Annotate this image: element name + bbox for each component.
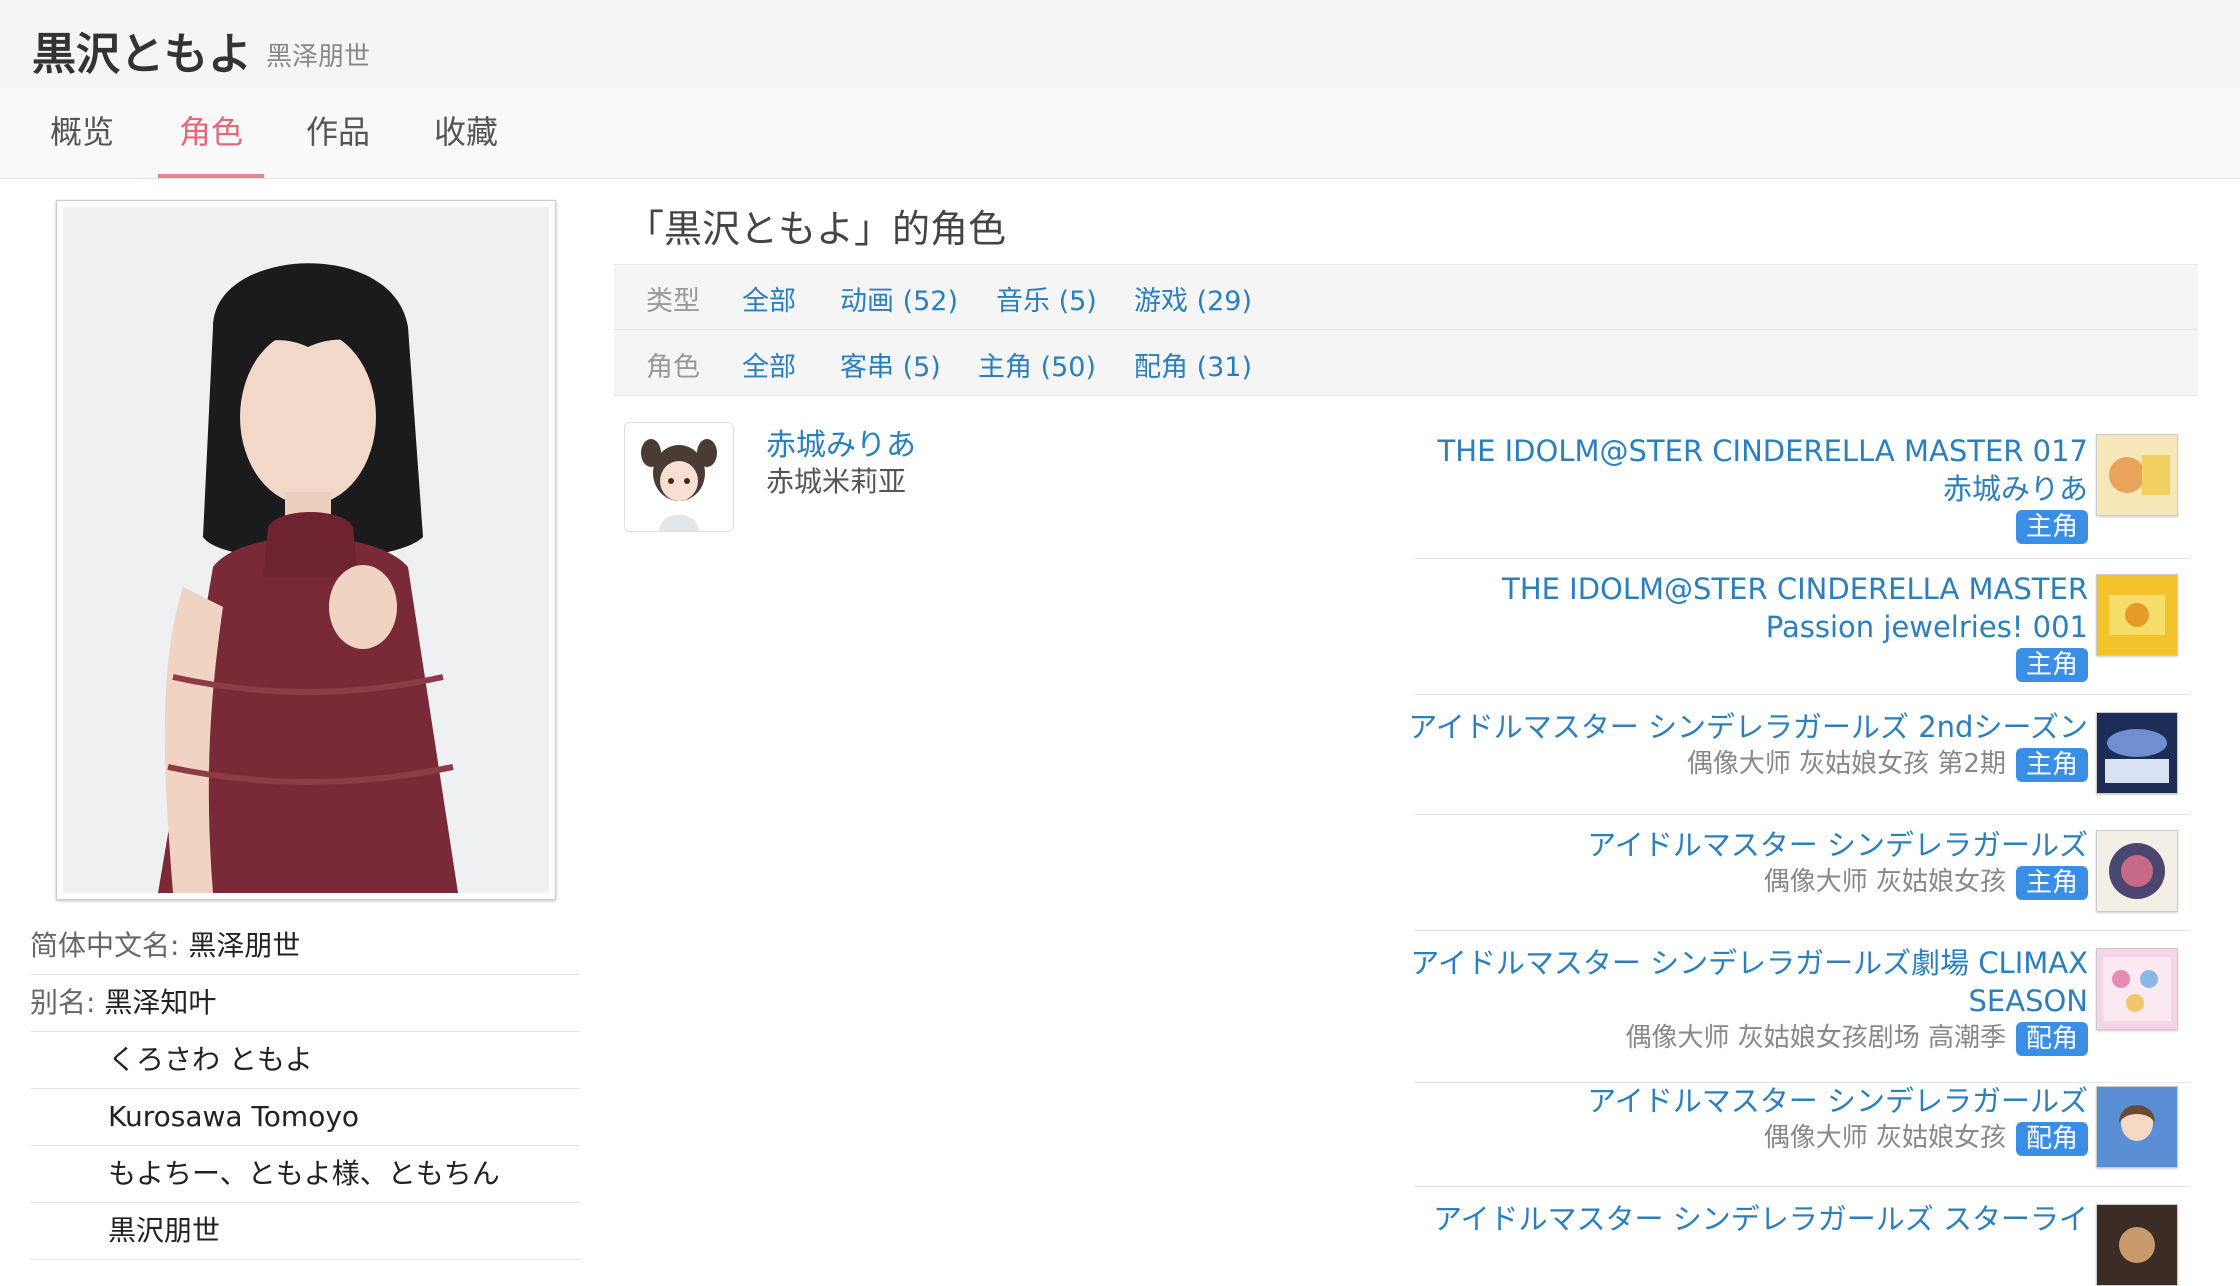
role-badge: 主角	[2015, 509, 2088, 544]
work-subtitle: 偶像大师 灰姑娘女孩	[1763, 1123, 2006, 1153]
work-title-link[interactable]: アイドルマスター シンデレラガールズ劇場 CLIMAX SEASON	[1408, 944, 2088, 1020]
work-title-link[interactable]: THE IDOLM@STER CINDERELLA MASTER 017 赤城み…	[1408, 432, 2088, 508]
page-title: 黒沢ともよ	[32, 29, 252, 80]
info-row-alias: 别名: 黑泽知叶	[30, 975, 580, 1032]
section-title: 「黒沢ともよ」的角色	[626, 207, 1007, 251]
role-badge: 主角	[2015, 747, 2088, 782]
work-meta: 偶像大师 灰姑娘女孩 配角	[1764, 1120, 2088, 1156]
work-title-link[interactable]: アイドルマスター シンデレラガールズ 2ndシーズン	[1408, 708, 2088, 746]
cover-image	[2097, 713, 2177, 793]
filter-role-guest[interactable]: 客串 (5)	[840, 345, 941, 384]
filter-role-supporting[interactable]: 配角 (31)	[1134, 345, 1252, 384]
info-label: 别名:	[30, 986, 105, 1019]
work-cover-thumbnail[interactable]	[2096, 1204, 2178, 1286]
info-row-alias: 黒沢朋世	[30, 1203, 580, 1260]
cover-image	[2097, 1205, 2177, 1285]
role-badge: 主角	[2015, 865, 2088, 900]
info-row-alias: Kurosawa Tomoyo	[30, 1089, 580, 1146]
work-item: アイドルマスター シンデレラガールズ 偶像大师 灰姑娘女孩 主角	[1414, 826, 2190, 931]
work-meta: 主角	[2006, 646, 2088, 682]
work-title-link[interactable]: THE IDOLM@STER CINDERELLA MASTER Passion…	[1408, 570, 2088, 646]
character-avatar-image	[625, 423, 733, 531]
filter-label-type: 类型	[646, 286, 700, 317]
work-cover-thumbnail[interactable]	[2096, 712, 2178, 794]
character-avatar[interactable]	[624, 422, 734, 532]
info-row-alias: もよちー、ともよ様、ともちん	[30, 1146, 580, 1203]
work-meta: 偶像大师 灰姑娘女孩 主角	[1764, 864, 2088, 900]
work-subtitle: 偶像大师 灰姑娘女孩 第2期	[1686, 749, 2006, 779]
info-value: 黑泽知叶	[104, 986, 217, 1019]
person-portrait[interactable]	[56, 200, 556, 900]
filter-row-type: 类型 全部 动画 (52) 音乐 (5) 游戏 (29)	[614, 265, 2198, 330]
work-title-link[interactable]: アイドルマスター シンデレラガールズ	[1408, 1082, 2088, 1120]
work-subtitle: 偶像大师 灰姑娘女孩剧场 高潮季	[1625, 1023, 2006, 1053]
filter-panel: 类型 全部 动画 (52) 音乐 (5) 游戏 (29) 角色 全部 客串 (5…	[614, 264, 2198, 396]
info-value: くろさわ ともよ	[108, 1043, 313, 1076]
tab-works[interactable]: 作品	[292, 88, 384, 176]
info-value: もよちー、ともよ様、ともちん	[108, 1157, 500, 1190]
cover-image	[2097, 949, 2177, 1029]
info-value: Kurosawa Tomoyo	[108, 1100, 360, 1133]
info-value: 黑泽朋世	[188, 929, 301, 962]
work-item: THE IDOLM@STER CINDERELLA MASTER Passion…	[1414, 570, 2190, 695]
filter-label-role: 角色	[646, 352, 700, 383]
filter-type-all[interactable]: 全部	[742, 279, 796, 318]
info-value: 黒沢朋世	[108, 1214, 221, 1247]
work-item: アイドルマスター シンデレラガールズ 偶像大师 灰姑娘女孩 配角	[1414, 1082, 2190, 1187]
role-badge: 配角	[2015, 1121, 2088, 1156]
info-row-chinese-name: 简体中文名: 黑泽朋世	[30, 918, 580, 975]
work-meta: 偶像大师 灰姑娘女孩剧场 高潮季 配角	[1625, 1020, 2088, 1056]
filter-role-all[interactable]: 全部	[742, 345, 796, 384]
character-name-link[interactable]: 赤城みりあ	[766, 420, 916, 464]
work-item: THE IDOLM@STER CINDERELLA MASTER 017 赤城み…	[1414, 432, 2190, 559]
work-item: アイドルマスター シンデレラガールズ スターライ	[1414, 1200, 2190, 1286]
work-item: アイドルマスター シンデレラガールズ 2ndシーズン 偶像大师 灰姑娘女孩 第2…	[1408, 708, 2190, 815]
page-subtitle: 黑泽朋世	[266, 42, 371, 72]
cover-image	[2097, 575, 2177, 655]
character-name-cn: 赤城米莉亚	[766, 465, 907, 498]
filter-type-game[interactable]: 游戏 (29)	[1134, 279, 1252, 318]
filter-type-anime[interactable]: 动画 (52)	[840, 279, 958, 318]
work-title-link[interactable]: アイドルマスター シンデレラガールズ	[1408, 826, 2088, 864]
role-badge: 主角	[2015, 647, 2088, 682]
tab-bar: 概览 角色 作品 收藏	[0, 88, 2240, 179]
tab-collections[interactable]: 收藏	[420, 88, 512, 176]
portrait-image	[63, 207, 549, 893]
work-meta: 主角	[2006, 508, 2088, 544]
work-cover-thumbnail[interactable]	[2096, 1086, 2178, 1168]
cover-image	[2097, 1087, 2177, 1167]
info-label: 简体中文名:	[30, 929, 189, 962]
work-title-link[interactable]: アイドルマスター シンデレラガールズ スターライ	[1408, 1200, 2088, 1238]
tab-overview[interactable]: 概览	[36, 88, 128, 176]
cover-image	[2097, 831, 2177, 911]
info-row-alias: くろさわ ともよ	[30, 1032, 580, 1089]
filter-type-music[interactable]: 音乐 (5)	[996, 279, 1097, 318]
cover-image	[2097, 435, 2177, 515]
tab-characters[interactable]: 角色	[158, 88, 264, 178]
work-cover-thumbnail[interactable]	[2096, 574, 2178, 656]
work-subtitle: 偶像大师 灰姑娘女孩	[1763, 867, 2006, 897]
work-item: アイドルマスター シンデレラガールズ劇場 CLIMAX SEASON 偶像大师 …	[1410, 944, 2190, 1083]
person-info-list: 简体中文名: 黑泽朋世 别名: 黑泽知叶 くろさわ ともよ Kurosawa T…	[30, 918, 580, 1260]
work-meta: 偶像大师 灰姑娘女孩 第2期 主角	[1687, 746, 2088, 782]
filter-row-role: 角色 全部 客串 (5) 主角 (50) 配角 (31)	[614, 331, 2198, 395]
role-badge: 配角	[2015, 1021, 2088, 1056]
page-header: 黒沢ともよ 黑泽朋世	[0, 0, 2240, 88]
work-cover-thumbnail[interactable]	[2096, 434, 2178, 516]
work-cover-thumbnail[interactable]	[2096, 948, 2178, 1030]
work-cover-thumbnail[interactable]	[2096, 830, 2178, 912]
filter-role-main[interactable]: 主角 (50)	[978, 345, 1096, 384]
